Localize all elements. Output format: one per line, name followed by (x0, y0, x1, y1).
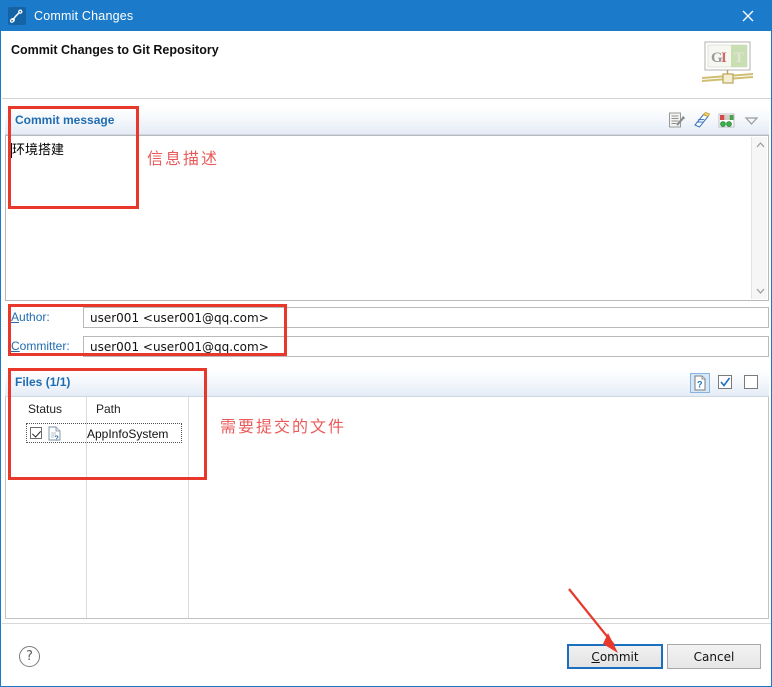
files-table[interactable]: Status Path ? AppInfoSystem (5, 397, 769, 619)
git-commit-icon (8, 7, 26, 25)
files-toolbar: ? (690, 373, 762, 393)
commit-changes-dialog: Commit Changes Commit Changes to Git Rep… (0, 0, 772, 687)
column-header-status[interactable]: Status (28, 402, 62, 416)
footer-divider (2, 623, 771, 624)
amend-commit-icon[interactable] (717, 111, 736, 130)
commit-message-section: Commit message 环境搭建 (5, 107, 769, 301)
files-label: Files (1/1) (15, 375, 70, 389)
signed-off-by-icon[interactable] (692, 111, 711, 130)
commit-button[interactable]: Commit (567, 644, 663, 669)
page-title: Commit Changes to Git Repository (11, 43, 219, 57)
help-icon[interactable]: ? (19, 646, 40, 667)
files-section: Files (1/1) ? Status Path ? AppInfoSyste… (5, 369, 769, 619)
annotation-text-commit-message: 信息描述 (147, 149, 220, 168)
committer-field[interactable]: user001 <user001@qq.com> (83, 336, 769, 357)
commit-button-rest: ommit (599, 649, 639, 664)
author-mnemonic: A (11, 310, 20, 324)
commit-button-mnemonic: C (591, 649, 600, 664)
svg-text:I: I (721, 50, 727, 66)
row-path-value: AppInfoSystem (87, 427, 169, 441)
author-row: Author: user001 <user001@qq.com> (5, 307, 769, 328)
author-label[interactable]: Author: (11, 310, 50, 324)
svg-text:?: ? (697, 380, 703, 390)
commit-message-toolbar (667, 111, 761, 130)
chevron-down-icon[interactable] (742, 111, 761, 130)
files-label-text: Files (15, 375, 43, 389)
commit-message-label: Commit message (15, 113, 115, 127)
cancel-button-label: Cancel (693, 649, 735, 664)
committer-label[interactable]: Committer: (11, 339, 70, 353)
scroll-down-icon[interactable] (752, 283, 768, 299)
column-divider-2 (188, 397, 189, 618)
annotation-text-files: 需要提交的文件 (220, 417, 347, 436)
select-all-icon[interactable] (716, 373, 736, 393)
git-logo-icon: G I T (696, 38, 760, 86)
close-icon[interactable] (725, 1, 771, 31)
commit-message-scrollbar[interactable] (751, 137, 767, 299)
committer-row: Committer: user001 <user001@qq.com> (5, 336, 769, 357)
title-bar: Commit Changes (1, 1, 771, 31)
committer-label-rest: ommitter: (19, 339, 70, 353)
spellcheck-icon[interactable] (667, 111, 686, 130)
author-field[interactable]: user001 <user001@qq.com> (83, 307, 769, 328)
svg-text:?: ? (55, 436, 59, 442)
deselect-all-icon[interactable] (742, 373, 762, 393)
untracked-file-icon: ? (48, 426, 61, 443)
show-untracked-files-icon[interactable]: ? (690, 373, 710, 393)
files-header: Files (1/1) ? (5, 369, 769, 397)
header-banner: Commit Changes to Git Repository G I T (2, 31, 771, 99)
scroll-up-icon[interactable] (752, 137, 768, 153)
commit-message-header: Commit message (5, 107, 769, 135)
row-checkbox[interactable] (30, 427, 42, 439)
committer-mnemonic: C (11, 339, 20, 353)
column-header-path[interactable]: Path (96, 402, 121, 416)
author-label-rest: uthor: (19, 310, 50, 324)
files-count: (1/1) (45, 375, 71, 389)
window-title: Commit Changes (34, 9, 134, 23)
svg-text:T: T (734, 50, 744, 66)
cancel-button[interactable]: Cancel (667, 644, 761, 669)
commit-message-input[interactable]: 环境搭建 (5, 135, 769, 301)
commit-message-value: 环境搭建 (12, 143, 65, 158)
table-row[interactable]: ? AppInfoSystem (26, 423, 182, 443)
